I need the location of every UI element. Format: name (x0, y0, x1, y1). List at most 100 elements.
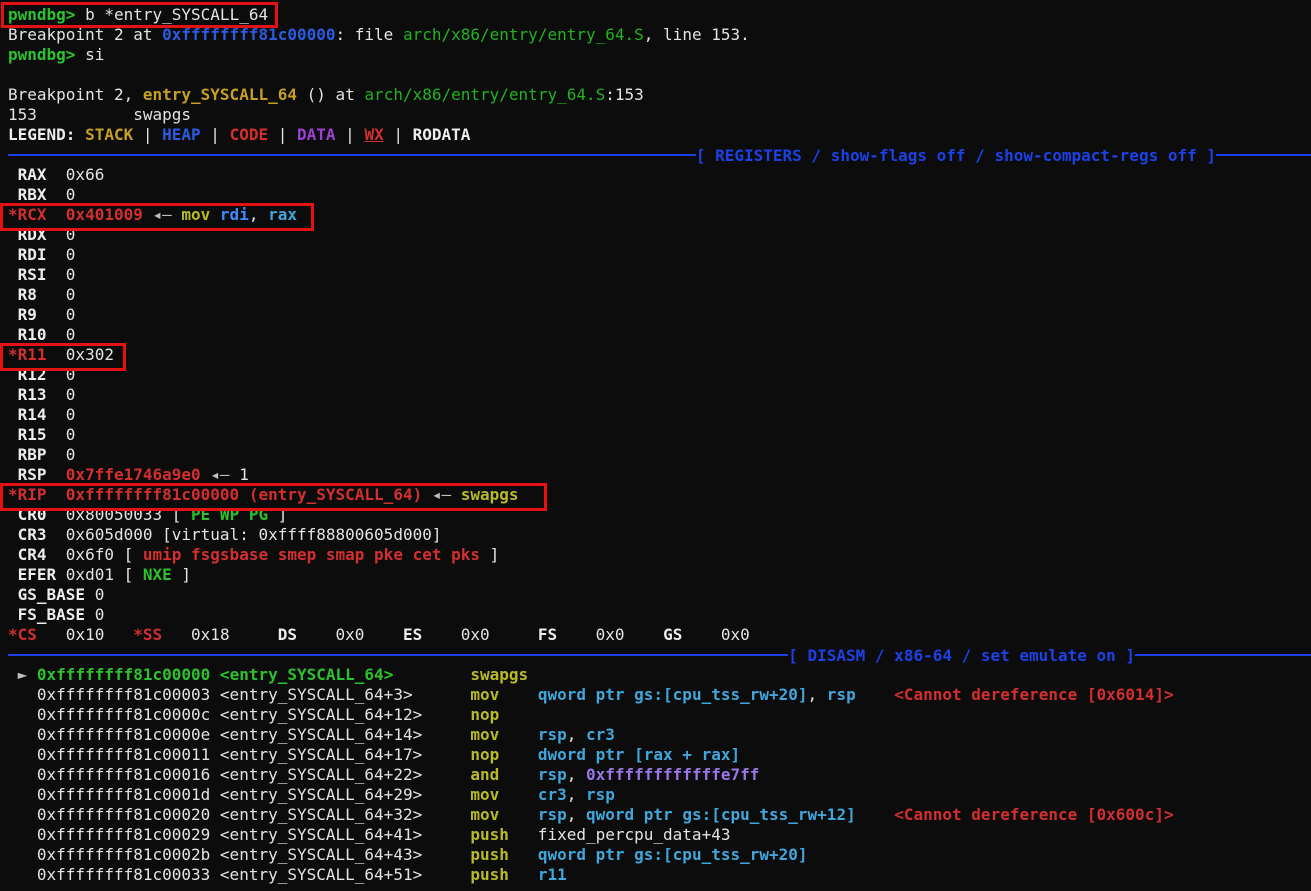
prompt: pwndbg> (8, 5, 75, 24)
text-segment: 0xffffffff81c00033 <entry_SYSCALL_64+51> (8, 865, 470, 884)
source-line: 153 swapgs (8, 105, 1311, 125)
text-segment: 153 swapgs (8, 105, 191, 124)
text-segment: , line 153. (644, 25, 750, 44)
legend: LEGEND: STACK | HEAP | CODE | DATA | WX … (8, 125, 1311, 145)
text-segment: CR3 (8, 525, 66, 544)
text-segment: , (567, 765, 586, 784)
text-segment: NXE (143, 565, 172, 584)
text-segment: 1 (239, 465, 249, 484)
text-segment: cr3 (538, 785, 567, 804)
text-segment: 0xffffffff81c0002b <entry_SYSCALL_64+43> (8, 845, 470, 864)
text-segment: 0xffffffff81c0001d <entry_SYSCALL_64+29> (8, 785, 470, 804)
reg-r8: R8 0 (8, 285, 1311, 305)
text-segment: FS_BASE (8, 605, 95, 624)
text-segment: ES (403, 625, 422, 644)
text-segment: nop (470, 705, 499, 724)
text-segment: swapgs (461, 485, 519, 504)
text-segment: 0x6f0 [ (66, 545, 143, 564)
reg-r9: R9 0 (8, 305, 1311, 325)
text-segment: FS (538, 625, 557, 644)
text-segment: RDX (8, 225, 66, 244)
text-segment: 0x80050033 [ (66, 505, 191, 524)
text-segment: , (567, 725, 586, 744)
text-segment: push (470, 845, 509, 864)
text-segment: and (470, 765, 499, 784)
command-line-si: pwndbg> si (8, 45, 1311, 65)
text-segment: 0xffffffff81c00016 <entry_SYSCALL_64+22> (8, 765, 470, 784)
text-segment: mov (470, 785, 499, 804)
reg-cr4: CR4 0x6f0 [ umip fsgsbase smep smap pke … (8, 545, 1311, 565)
reg-rcx: *RCX 0x401009 ◂— mov rdi, rax (8, 205, 1311, 225)
text-segment: , (567, 805, 586, 824)
text-segment: <Cannot dereference [0x6014]> (894, 685, 1173, 704)
text-segment: 0 (66, 265, 76, 284)
text-segment: CODE (230, 125, 269, 144)
text-segment: 0x0 (422, 625, 538, 644)
text-segment: 0 (66, 305, 76, 324)
command-line-break: pwndbg> b *entry_SYSCALL_64 (8, 5, 1311, 25)
text-segment: RBP (8, 445, 66, 464)
text-segment: arch/x86/entry/entry_64.S (403, 25, 644, 44)
text-segment: Breakpoint 2 at (8, 25, 162, 44)
text-segment: si (75, 45, 104, 64)
reg-fs-base: FS_BASE 0 (8, 605, 1311, 625)
text-segment: | (384, 125, 413, 144)
text-segment: 0xd01 [ (66, 565, 143, 584)
text-segment: 0 (66, 225, 76, 244)
reg-r13: R13 0 (8, 385, 1311, 405)
text-segment: STACK (85, 125, 133, 144)
text-segment: rsp (827, 685, 856, 704)
text-segment: 0x302 (66, 345, 114, 364)
text-segment: 0x0 (557, 625, 663, 644)
text-segment: 0xffffffff81c00000 (162, 25, 335, 44)
text-segment: GS (663, 625, 682, 644)
text-segment: RSP (8, 465, 66, 484)
text-segment: <Cannot dereference [0x600c]> (894, 805, 1173, 824)
text-segment: 0x18 (162, 625, 278, 644)
reg-cr3: CR3 0x605d000 [virtual: 0xffff88800605d0… (8, 525, 1311, 545)
reg-rbx: RBX 0 (8, 185, 1311, 205)
text-segment: , (249, 205, 268, 224)
reg-r14: R14 0 (8, 405, 1311, 425)
text-segment: ] (268, 505, 287, 524)
text-segment: *CS (8, 625, 37, 644)
text-segment: WX (364, 125, 383, 144)
breakpoint-set-message: Breakpoint 2 at 0xffffffff81c00000: file… (8, 25, 1311, 45)
text-segment: umip fsgsbase smep smap pke cet pks (143, 545, 480, 564)
text-segment: push (470, 865, 509, 884)
text-segment: fixed_percpu_data+43 (509, 825, 731, 844)
text-segment: dword ptr [rax + rax] (538, 745, 740, 764)
text-segment: nop (470, 745, 499, 764)
text-segment: RBX (8, 185, 66, 204)
text-segment: 0xffffffff81c00029 <entry_SYSCALL_64+41> (8, 825, 470, 844)
disasm-row: 0xffffffff81c00003 <entry_SYSCALL_64+3> … (8, 685, 1311, 705)
reg-r10: R10 0 (8, 325, 1311, 345)
disasm-row: 0xffffffff81c0002b <entry_SYSCALL_64+43>… (8, 845, 1311, 865)
text-segment: 0xffffffff81c00020 <entry_SYSCALL_64+32> (8, 805, 470, 824)
reg-r15: R15 0 (8, 425, 1311, 445)
reg-rdx: RDX 0 (8, 225, 1311, 245)
disasm-row: 0xffffffff81c00029 <entry_SYSCALL_64+41>… (8, 825, 1311, 845)
separator-label: [ DISASM / x86-64 / set emulate on ] (788, 646, 1135, 665)
text-segment: rdi (220, 205, 249, 224)
text-segment: *RCX 0x401009 (8, 205, 143, 224)
text-segment (509, 845, 538, 864)
text-segment: LEGEND: (8, 125, 85, 144)
reg-rax: RAX 0x66 (8, 165, 1311, 185)
text-segment (856, 685, 895, 704)
text-segment: b *entry_SYSCALL_64 (75, 5, 268, 24)
reg-rdi: RDI 0 (8, 245, 1311, 265)
blank-line (8, 65, 1311, 85)
text-segment: 0 (95, 605, 105, 624)
text-segment: rsp (538, 765, 567, 784)
text-segment: 0 (66, 245, 76, 264)
text-segment: () at (297, 85, 364, 104)
text-segment: R10 (8, 325, 66, 344)
text-segment: 0x0 (297, 625, 403, 644)
pwndbg-terminal[interactable]: pwndbg> b *entry_SYSCALL_64Breakpoint 2 … (0, 0, 1311, 891)
current-instruction-marker-icon: ► (8, 665, 37, 684)
disasm-row: 0xffffffff81c0001d <entry_SYSCALL_64+29>… (8, 785, 1311, 805)
reg-r12: R12 0 (8, 365, 1311, 385)
text-segment: qword ptr gs:[cpu_tss_rw+20] (538, 845, 808, 864)
text-segment: PE WP PG (191, 505, 268, 524)
